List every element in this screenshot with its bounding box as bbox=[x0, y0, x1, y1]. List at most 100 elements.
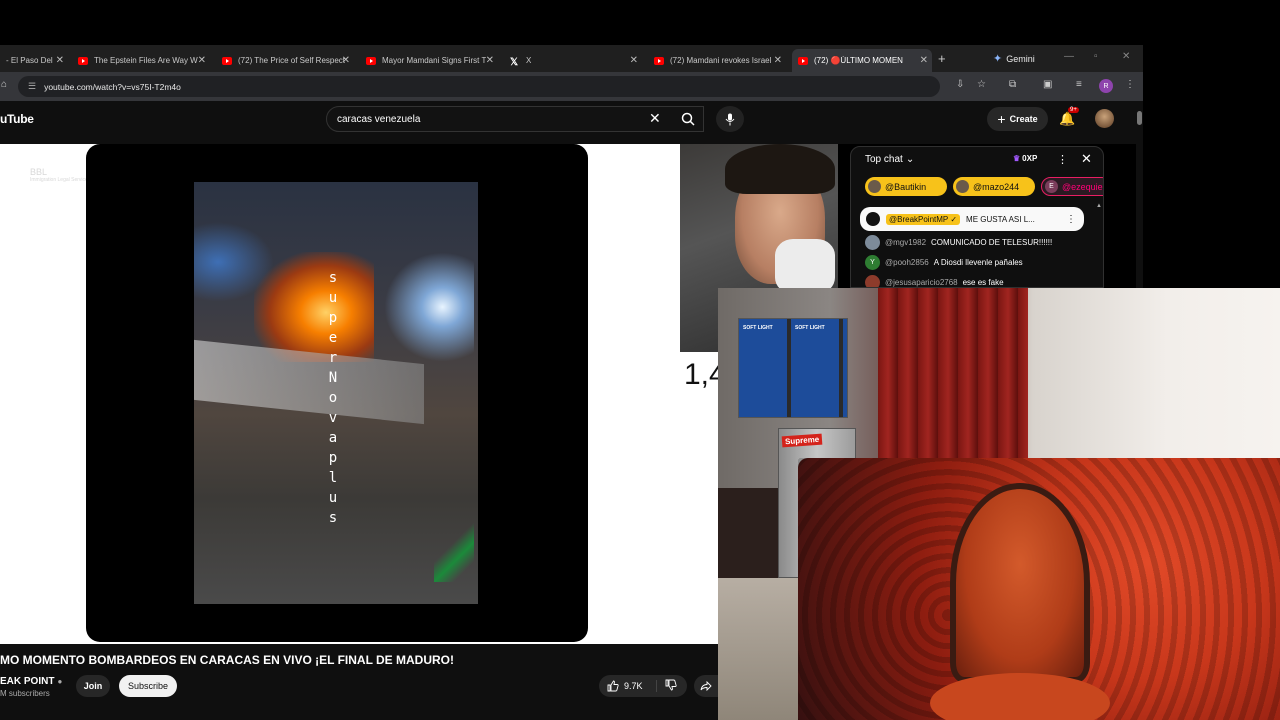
tissue bbox=[775, 239, 835, 294]
tab-6[interactable]: (72) Mamdani revokes Israel ✕ bbox=[648, 49, 786, 72]
share-button[interactable] bbox=[694, 675, 718, 697]
video-overlay-text: superNova plus bbox=[328, 270, 338, 526]
window-close-icon[interactable]: ✕ bbox=[1122, 51, 1130, 62]
chat-username[interactable]: @mgv1982 bbox=[885, 238, 926, 247]
tab-close-icon[interactable]: ✕ bbox=[486, 55, 494, 66]
tab-close-icon[interactable]: ✕ bbox=[630, 55, 638, 66]
stacked-boxes: SOFT LIGHT SOFT LIGHT bbox=[738, 318, 848, 418]
chip-name: @Bautikin bbox=[885, 181, 927, 192]
youtube-favicon-icon bbox=[222, 56, 232, 65]
tab-2[interactable]: The Epstein Files Are Way W ✕ bbox=[72, 49, 210, 72]
page-scrollbar[interactable] bbox=[1136, 103, 1143, 288]
split-view-icon[interactable]: ▣ bbox=[1043, 79, 1052, 90]
tab-title: The Epstein Files Are Way W bbox=[94, 56, 198, 65]
watermark: BBL Immigration Legal Services bbox=[0, 167, 90, 183]
channel-name[interactable]: EAK POINT ● bbox=[0, 676, 62, 687]
media-controls-icon[interactable]: ≡ bbox=[1076, 79, 1082, 90]
xp-value: 0XP bbox=[1022, 154, 1038, 163]
tab-title: X bbox=[526, 56, 532, 65]
video-frame: superNova plus bbox=[194, 182, 478, 604]
install-icon[interactable]: ⇩ bbox=[956, 79, 964, 90]
minimize-icon[interactable]: — bbox=[1064, 51, 1074, 62]
gemini-button[interactable]: ✦ Gemini bbox=[993, 52, 1035, 65]
chat-username[interactable]: @pooh2856 bbox=[885, 258, 929, 267]
xp-crown-icon: ♛ bbox=[1013, 154, 1021, 163]
tab-3[interactable]: (72) The Price of Self Respect ✕ bbox=[216, 49, 354, 72]
bookmark-star-icon[interactable]: ☆ bbox=[977, 79, 986, 90]
youtube-favicon-icon bbox=[366, 56, 376, 65]
new-tab-icon[interactable]: + bbox=[938, 51, 946, 66]
address-bar[interactable]: ☰ youtube.com/watch?v=vs75I-T2m4o bbox=[18, 76, 940, 97]
verified-icon: ● bbox=[57, 677, 63, 686]
site-info-icon[interactable]: ☰ bbox=[28, 81, 36, 92]
bell-icon[interactable]: 🔔 bbox=[1059, 111, 1075, 127]
youtube-favicon-icon bbox=[78, 56, 88, 65]
thumbs-up-icon bbox=[607, 680, 619, 692]
top-chatter-chip[interactable]: E @ezequiel bbox=[1041, 177, 1103, 196]
chat-scroll-up-icon[interactable]: ▲ bbox=[1096, 203, 1102, 209]
avatar bbox=[865, 235, 880, 250]
youtube-logo[interactable]: uTube bbox=[0, 112, 34, 126]
tab-close-icon[interactable]: ✕ bbox=[920, 55, 928, 66]
avatar bbox=[866, 212, 880, 226]
x-logo-icon: 𝕏 bbox=[510, 56, 519, 68]
maximize-icon[interactable]: ▫ bbox=[1094, 51, 1098, 62]
profile-avatar[interactable]: R bbox=[1099, 79, 1113, 93]
top-chatter-chip[interactable]: @mazo244 bbox=[953, 177, 1035, 196]
chat-close-icon[interactable]: ✕ bbox=[1081, 151, 1092, 167]
tab-close-icon[interactable]: ✕ bbox=[56, 55, 64, 66]
tab-title: - El Paso Del bbox=[6, 56, 53, 65]
avatar: E bbox=[1045, 180, 1058, 193]
chat-mode-dropdown[interactable]: Top chat ⌄ bbox=[865, 154, 914, 165]
chat-text: A Diosdi llevenle pañales bbox=[933, 258, 1023, 267]
gemini-label: Gemini bbox=[1006, 53, 1035, 64]
tab-title: (72) 🔴ÚLTIMO MOMEN bbox=[814, 56, 903, 65]
live-chat: Top chat ⌄ ♛ 0XP ⋮ ✕ @Bautikin @mazo244 … bbox=[850, 146, 1104, 288]
scrollbar-thumb[interactable] bbox=[1137, 111, 1142, 125]
box-label: SOFT LIGHT bbox=[795, 325, 825, 331]
watermark-text: BBL bbox=[30, 167, 48, 177]
video-player[interactable]: superNova plus bbox=[86, 144, 588, 642]
avatar bbox=[956, 180, 969, 193]
tab-close-icon[interactable]: ✕ bbox=[342, 55, 350, 66]
create-button[interactable]: + Create bbox=[987, 107, 1048, 131]
tab-close-icon[interactable]: ✕ bbox=[774, 55, 782, 66]
tab-1[interactable]: - El Paso Del ✕ bbox=[0, 49, 68, 72]
notification-badge: 9+ bbox=[1068, 107, 1079, 113]
search-button[interactable] bbox=[672, 106, 704, 132]
browser-chrome: - El Paso Del ✕ The Epstein Files Are Wa… bbox=[0, 45, 1143, 101]
clear-search-icon[interactable]: ✕ bbox=[649, 110, 661, 127]
tab-close-icon[interactable]: ✕ bbox=[198, 55, 206, 66]
tab-4[interactable]: Mayor Mamdani Signs First T ✕ bbox=[360, 49, 498, 72]
like-count: 9.7K bbox=[624, 681, 643, 691]
tab-title: (72) Mamdani revokes Israel bbox=[670, 56, 772, 65]
thumbs-down-icon bbox=[665, 679, 677, 690]
more-options-icon[interactable]: ⋮ bbox=[1066, 214, 1076, 225]
account-avatar[interactable] bbox=[1095, 109, 1114, 128]
chat-xp[interactable]: ♛ 0XP bbox=[1013, 154, 1037, 163]
chat-menu-icon[interactable]: ⋮ bbox=[1057, 153, 1068, 166]
supreme-sticker: Supreme bbox=[781, 433, 823, 448]
tab-5[interactable]: 𝕏 X ✕ bbox=[504, 49, 642, 72]
like-button[interactable]: 9.7K bbox=[599, 680, 657, 692]
dislike-button[interactable] bbox=[657, 679, 677, 694]
subscriber-count: M subscribers bbox=[0, 689, 50, 698]
video-title: MO MOMENTO BOMBARDEOS EN CARACAS EN VIVO… bbox=[0, 653, 455, 667]
chip-name: @mazo244 bbox=[973, 181, 1020, 192]
chat-text: COMUNICADO DE TELESUR!!!!!! bbox=[931, 238, 1053, 247]
tab-7-active[interactable]: (72) 🔴ÚLTIMO MOMEN ✕ bbox=[792, 49, 932, 72]
chat-username[interactable]: @jesusaparicio2768 bbox=[885, 278, 958, 287]
extensions-icon[interactable]: ⧉ bbox=[1009, 79, 1016, 90]
fire-glow bbox=[254, 252, 374, 362]
tab-strip: - El Paso Del ✕ The Epstein Files Are Wa… bbox=[0, 45, 1143, 72]
home-icon[interactable]: ⌂ bbox=[1, 79, 7, 90]
pinned-message[interactable]: @BreakPointMP ✓ ME GUSTA ASI L... ⋮ bbox=[860, 207, 1084, 231]
join-button[interactable]: Join bbox=[76, 675, 110, 697]
voice-search-button[interactable] bbox=[716, 106, 744, 132]
subscribe-button[interactable]: Subscribe bbox=[119, 675, 177, 697]
kebab-menu-icon[interactable]: ⋮ bbox=[1125, 79, 1135, 90]
share-icon bbox=[700, 680, 712, 692]
top-chatter-chip[interactable]: @Bautikin bbox=[865, 177, 947, 196]
avatar bbox=[865, 275, 880, 287]
search-input[interactable]: caracas venezuela bbox=[326, 106, 704, 132]
